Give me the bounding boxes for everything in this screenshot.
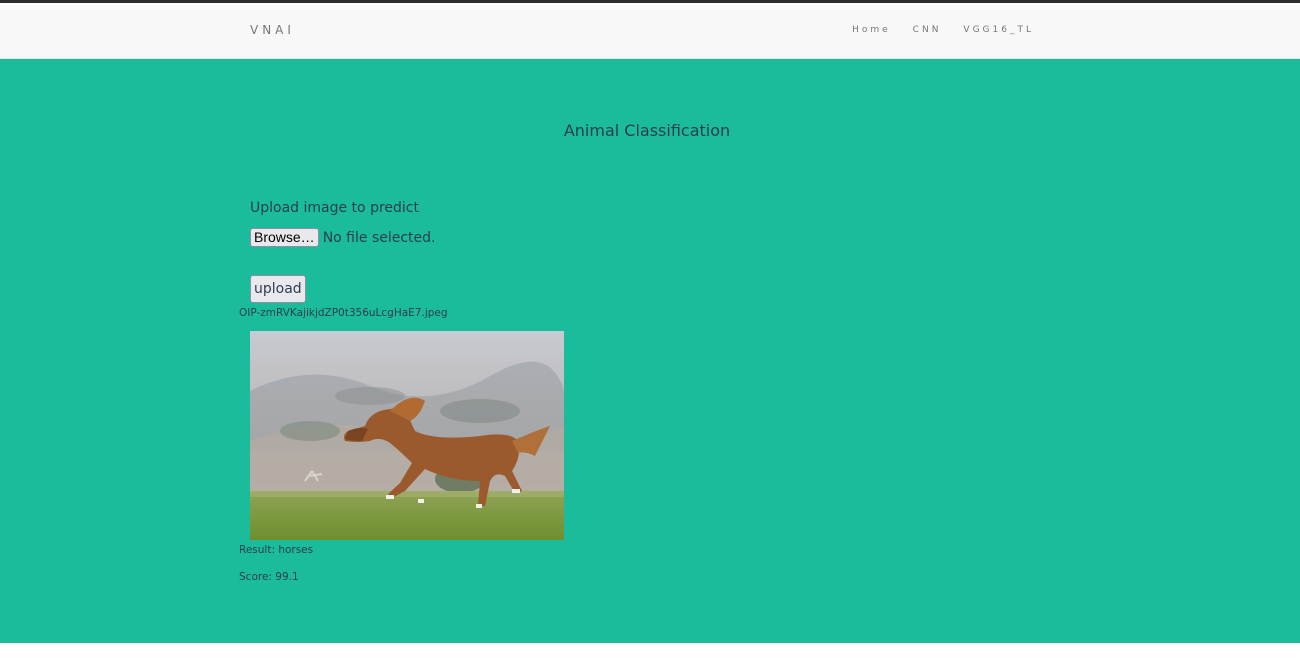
nav-link-vgg16-tl[interactable]: VGG16_TL bbox=[963, 25, 1034, 35]
page-title: Animal Classification bbox=[563, 121, 731, 140]
uploaded-file-name: OIP-zmRVKajikjdZP0t356uLcgHaE7.jpeg bbox=[239, 307, 448, 319]
main-section: Animal Classification Upload image to pr… bbox=[0, 59, 1300, 643]
navbar: VNAI Home CNN VGG16_TL bbox=[0, 3, 1300, 59]
browse-button[interactable]: Browse… bbox=[250, 228, 319, 247]
score-text: Score: 99.1 bbox=[239, 571, 299, 583]
nav-link-home[interactable]: Home bbox=[852, 25, 891, 35]
nav-links: Home CNN VGG16_TL bbox=[852, 25, 1034, 35]
upload-button[interactable]: upload bbox=[250, 275, 306, 303]
file-status: No file selected. bbox=[322, 229, 436, 246]
brand-logo[interactable]: VNAI bbox=[250, 23, 295, 37]
horse-image bbox=[250, 331, 564, 540]
uploaded-image-preview bbox=[250, 331, 564, 540]
file-input[interactable]: Browse… No file selected. bbox=[250, 228, 436, 247]
nav-link-cnn[interactable]: CNN bbox=[913, 25, 942, 35]
result-text: Result: horses bbox=[239, 544, 314, 556]
upload-label: Upload image to predict bbox=[250, 200, 419, 216]
